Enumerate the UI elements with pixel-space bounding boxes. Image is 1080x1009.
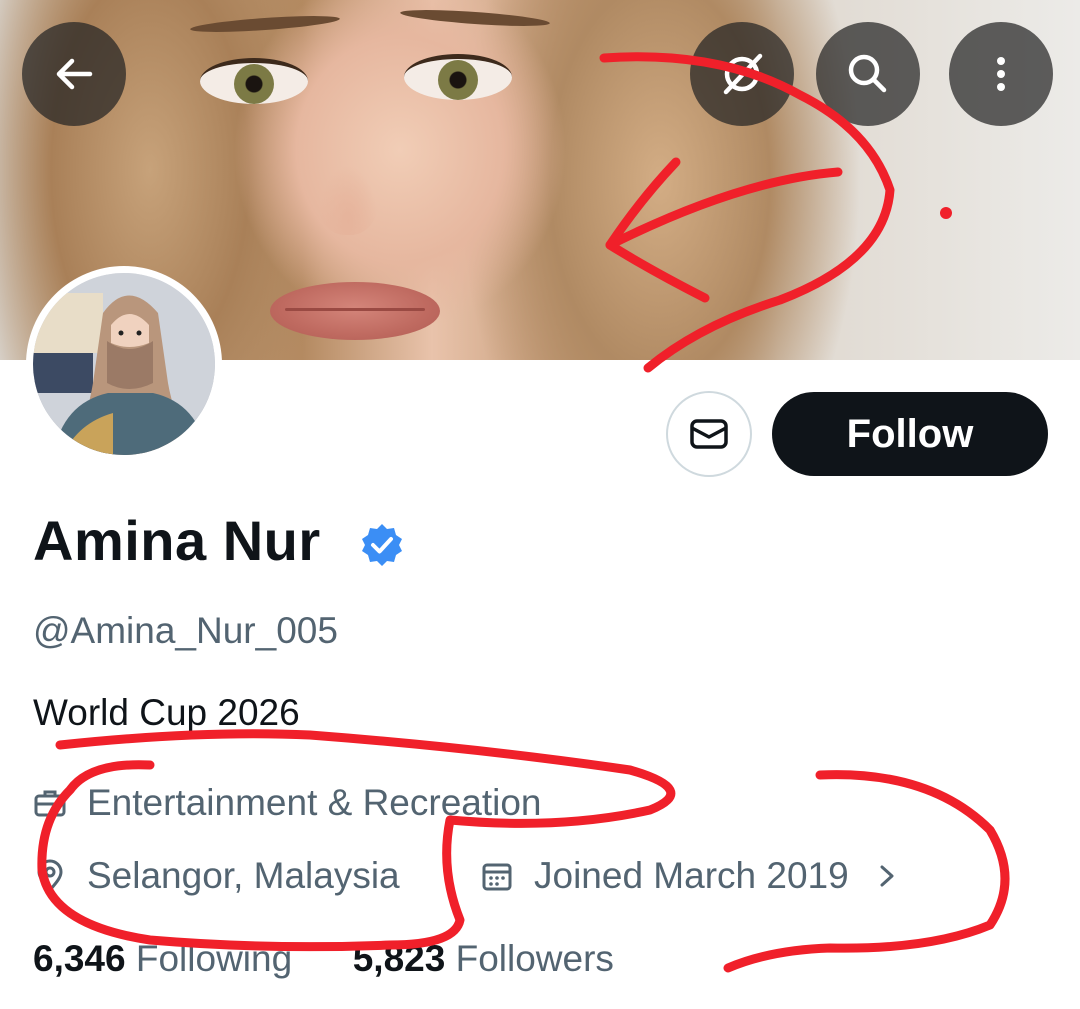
- search-button[interactable]: [816, 22, 920, 126]
- follow-button[interactable]: Follow: [772, 392, 1048, 476]
- following-link[interactable]: 6,346 Following: [33, 938, 292, 979]
- banner-face-detail: [318, 165, 378, 235]
- display-name: Amina Nur: [33, 509, 321, 572]
- avatar-photo-illustration: [33, 273, 215, 455]
- follow-stats: 6,346 Following 5,823 Followers: [33, 938, 614, 980]
- banner-face-detail: [404, 54, 512, 100]
- profile-location: Selangor, Malaysia: [33, 855, 400, 897]
- banner-face-detail: [399, 6, 551, 30]
- followers-link[interactable]: 5,823 Followers: [353, 938, 614, 979]
- avatar[interactable]: [26, 266, 222, 462]
- joined-text: Joined March 2019: [534, 855, 849, 896]
- more-options-button[interactable]: [949, 22, 1053, 126]
- profile-joined[interactable]: Joined March 2019: [480, 855, 899, 897]
- message-button[interactable]: [666, 391, 752, 477]
- search-icon: [848, 54, 887, 93]
- profile-category: Entertainment & Recreation: [33, 782, 542, 824]
- location-pin-icon: [37, 859, 63, 893]
- verified-badge-icon[interactable]: [358, 521, 406, 569]
- banner-face-detail: [270, 282, 440, 340]
- grok-icon: [723, 53, 763, 95]
- back-button[interactable]: [22, 22, 126, 126]
- bio-text: World Cup 2026: [33, 692, 300, 733]
- more-vertical-icon: [997, 57, 1005, 91]
- user-handle: @Amina_Nur_005: [33, 610, 338, 651]
- calendar-icon: [482, 863, 512, 891]
- followers-count: 5,823: [352, 938, 446, 979]
- followers-label: Followers: [455, 938, 614, 979]
- grok-button[interactable]: [690, 22, 794, 126]
- banner-face-detail: [189, 12, 341, 36]
- chevron-right-icon: [880, 865, 894, 887]
- location-text: Selangor, Malaysia: [87, 855, 400, 896]
- arrow-left-icon: [56, 58, 93, 90]
- banner-face-detail: [285, 308, 425, 311]
- category-text: Entertainment & Recreation: [87, 782, 542, 823]
- following-label: Following: [135, 938, 293, 979]
- avatar-image: [33, 273, 215, 455]
- following-count: 6,346: [33, 938, 126, 979]
- banner-face-detail: [200, 58, 308, 104]
- envelope-icon: [690, 419, 728, 449]
- briefcase-icon: [34, 790, 66, 817]
